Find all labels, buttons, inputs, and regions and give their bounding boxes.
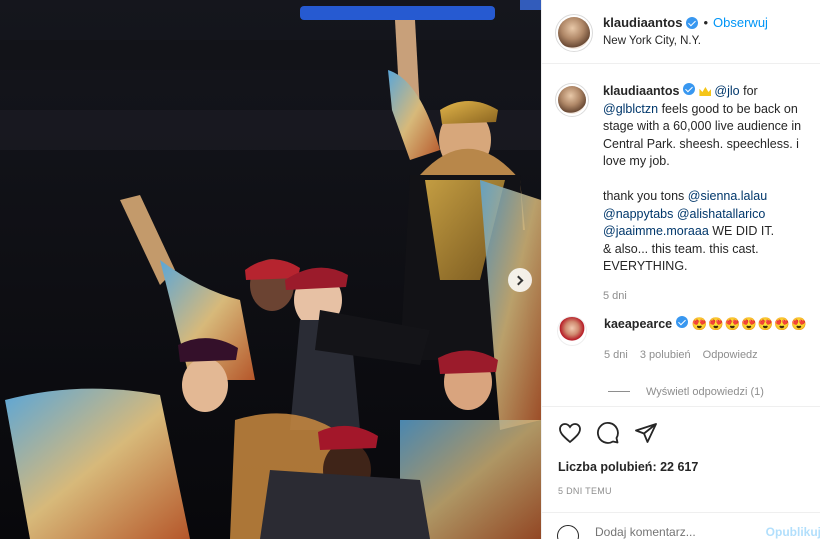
author-avatar[interactable] [555,14,593,52]
commenter-avatar[interactable] [557,315,587,346]
caption-text: WE DID IT. [708,224,775,239]
crown-icon [699,87,712,96]
post-timestamp[interactable]: 5 DNI TEMU [558,486,612,496]
author-username[interactable]: klaudiaantos [603,15,682,30]
reply-button[interactable]: Odpowiedz [703,347,758,364]
mention-link[interactable]: @glblctzn [603,102,658,116]
action-bar [542,406,820,445]
caption-username[interactable]: klaudiaantos [603,84,679,98]
mention-link[interactable]: @alishatallarico [677,207,765,221]
caption: klaudiaantos @jlo for @glblctzn feels goo… [542,65,820,306]
post-photo[interactable] [0,0,541,539]
caption-text: for [739,84,758,98]
comment-likes[interactable]: 3 polubień [640,347,691,364]
publish-button[interactable]: Opublikuj [766,525,820,539]
view-replies-button[interactable]: Wyświetl odpowiedzi (1) [608,386,820,398]
comments-section[interactable]: klaudiaantos @jlo for @glblctzn feels goo… [542,65,820,405]
comment-text: 😍😍😍😍😍😍😍 [691,316,808,331]
caption-avatar[interactable] [555,83,589,117]
separator-dot: • [703,15,709,30]
verified-badge-icon [686,16,699,29]
add-comment-bar: Opublikuj [542,512,820,539]
commenter-username[interactable]: kaeapearce [604,317,672,331]
follow-button[interactable]: Obserwuj [713,15,768,30]
verified-badge-icon [676,315,689,328]
comment-input[interactable] [595,525,765,539]
mention-link[interactable]: @jlo [714,84,739,98]
verified-badge-icon [683,83,696,95]
post-header: klaudiaantos • Obserwuj New York City, N… [542,0,820,64]
likes-count[interactable]: Liczba polubień: 22 617 [558,460,698,474]
location-link[interactable]: New York City, N.Y. [603,35,768,47]
comment-timestamp[interactable]: 5 dni [604,347,628,364]
mention-link[interactable]: @sienna.lalau [688,189,767,203]
heart-icon[interactable] [558,421,582,445]
post-sidebar: klaudiaantos • Obserwuj New York City, N… [541,0,820,539]
comment-icon[interactable] [596,421,620,445]
caption-timestamp[interactable]: 5 dni [603,288,811,306]
share-icon[interactable] [634,421,658,445]
concert-photo-illustration [0,0,541,539]
emoji-icon[interactable] [557,525,579,539]
mention-link[interactable]: @jaaimme.moraaa [603,224,709,238]
caption-text: & also... this team. this cast. EVERYTHI… [603,241,759,274]
next-image-button[interactable] [508,268,532,292]
caption-text: thank you tons [603,188,688,203]
mention-link[interactable]: @nappytabs [603,207,673,221]
comment-item: kaeapearce 😍😍😍😍😍😍😍 5 dni 3 polubień Odpo… [542,306,820,364]
